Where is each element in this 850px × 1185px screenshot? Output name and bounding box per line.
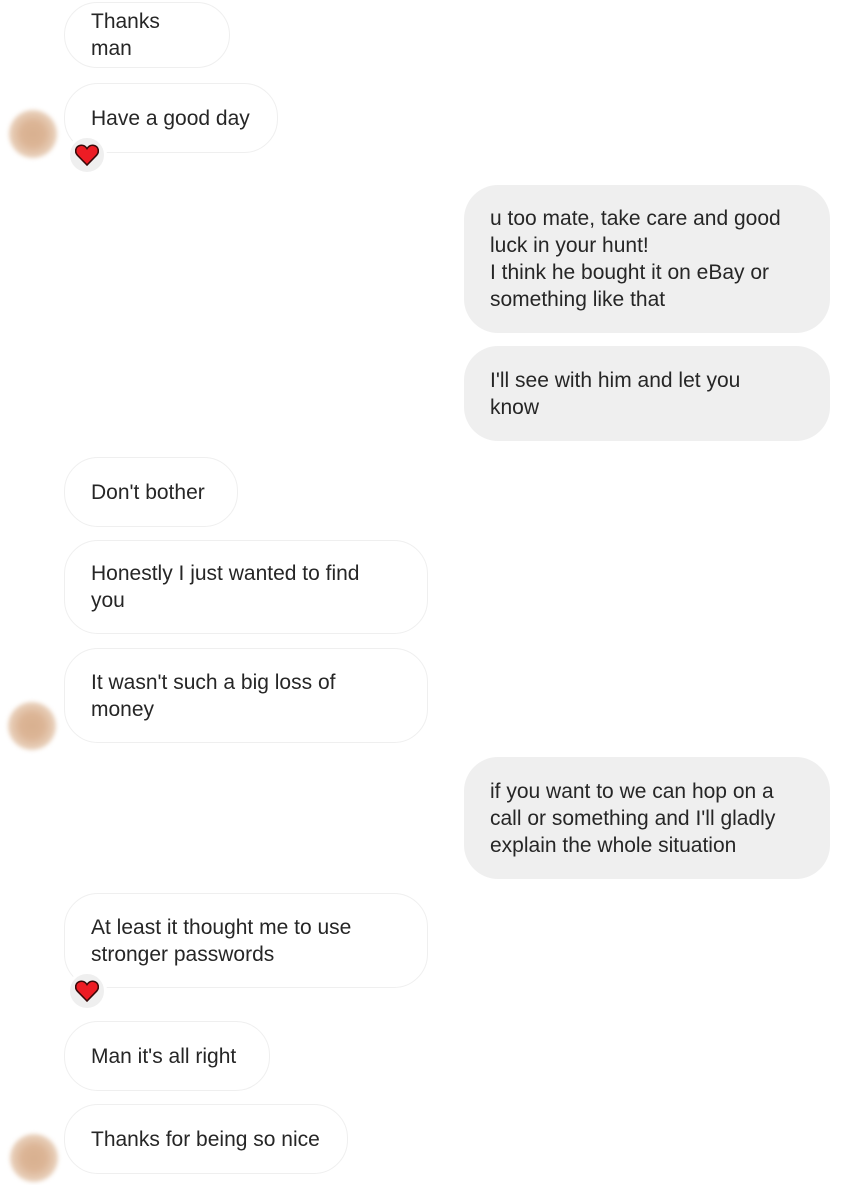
- message-text: Have a good day: [91, 106, 250, 130]
- reaction-badge[interactable]: [67, 971, 107, 1011]
- avatar[interactable]: [10, 1134, 58, 1182]
- message-text: Thanks man: [91, 10, 160, 60]
- reaction-badge[interactable]: [67, 135, 107, 175]
- message-bubble-incoming[interactable]: Man it's all right: [64, 1021, 270, 1091]
- message-text: u too mate, take care and good luck in y…: [490, 207, 781, 311]
- message-text: Man it's all right: [91, 1044, 237, 1068]
- message-bubble-incoming[interactable]: It wasn't such a big loss of money: [64, 648, 428, 743]
- message-bubble-incoming[interactable]: Thanks man: [64, 2, 230, 68]
- heart-icon: [75, 144, 99, 166]
- message-text: Thanks for being so nice: [91, 1127, 320, 1151]
- message-bubble-incoming[interactable]: At least it thought me to use stronger p…: [64, 893, 428, 988]
- avatar[interactable]: [8, 702, 56, 750]
- message-text: I'll see with him and let you know: [490, 368, 741, 419]
- message-bubble-incoming[interactable]: Thanks for being so nice: [64, 1104, 348, 1174]
- message-text: Don't bother: [91, 480, 205, 504]
- message-bubble-incoming[interactable]: Don't bother: [64, 457, 238, 527]
- message-text: if you want to we can hop on a call or s…: [490, 779, 776, 857]
- message-text: Honestly I just wanted to find you: [91, 562, 360, 612]
- message-bubble-outgoing[interactable]: I'll see with him and let you know: [464, 346, 830, 441]
- message-bubble-incoming[interactable]: Honestly I just wanted to find you: [64, 540, 428, 634]
- heart-icon: [75, 980, 99, 1002]
- message-text: At least it thought me to use stronger p…: [91, 915, 352, 966]
- message-bubble-outgoing[interactable]: u too mate, take care and good luck in y…: [464, 185, 830, 333]
- avatar[interactable]: [9, 110, 57, 158]
- message-text: It wasn't such a big loss of money: [91, 670, 336, 721]
- message-bubble-outgoing[interactable]: if you want to we can hop on a call or s…: [464, 757, 830, 879]
